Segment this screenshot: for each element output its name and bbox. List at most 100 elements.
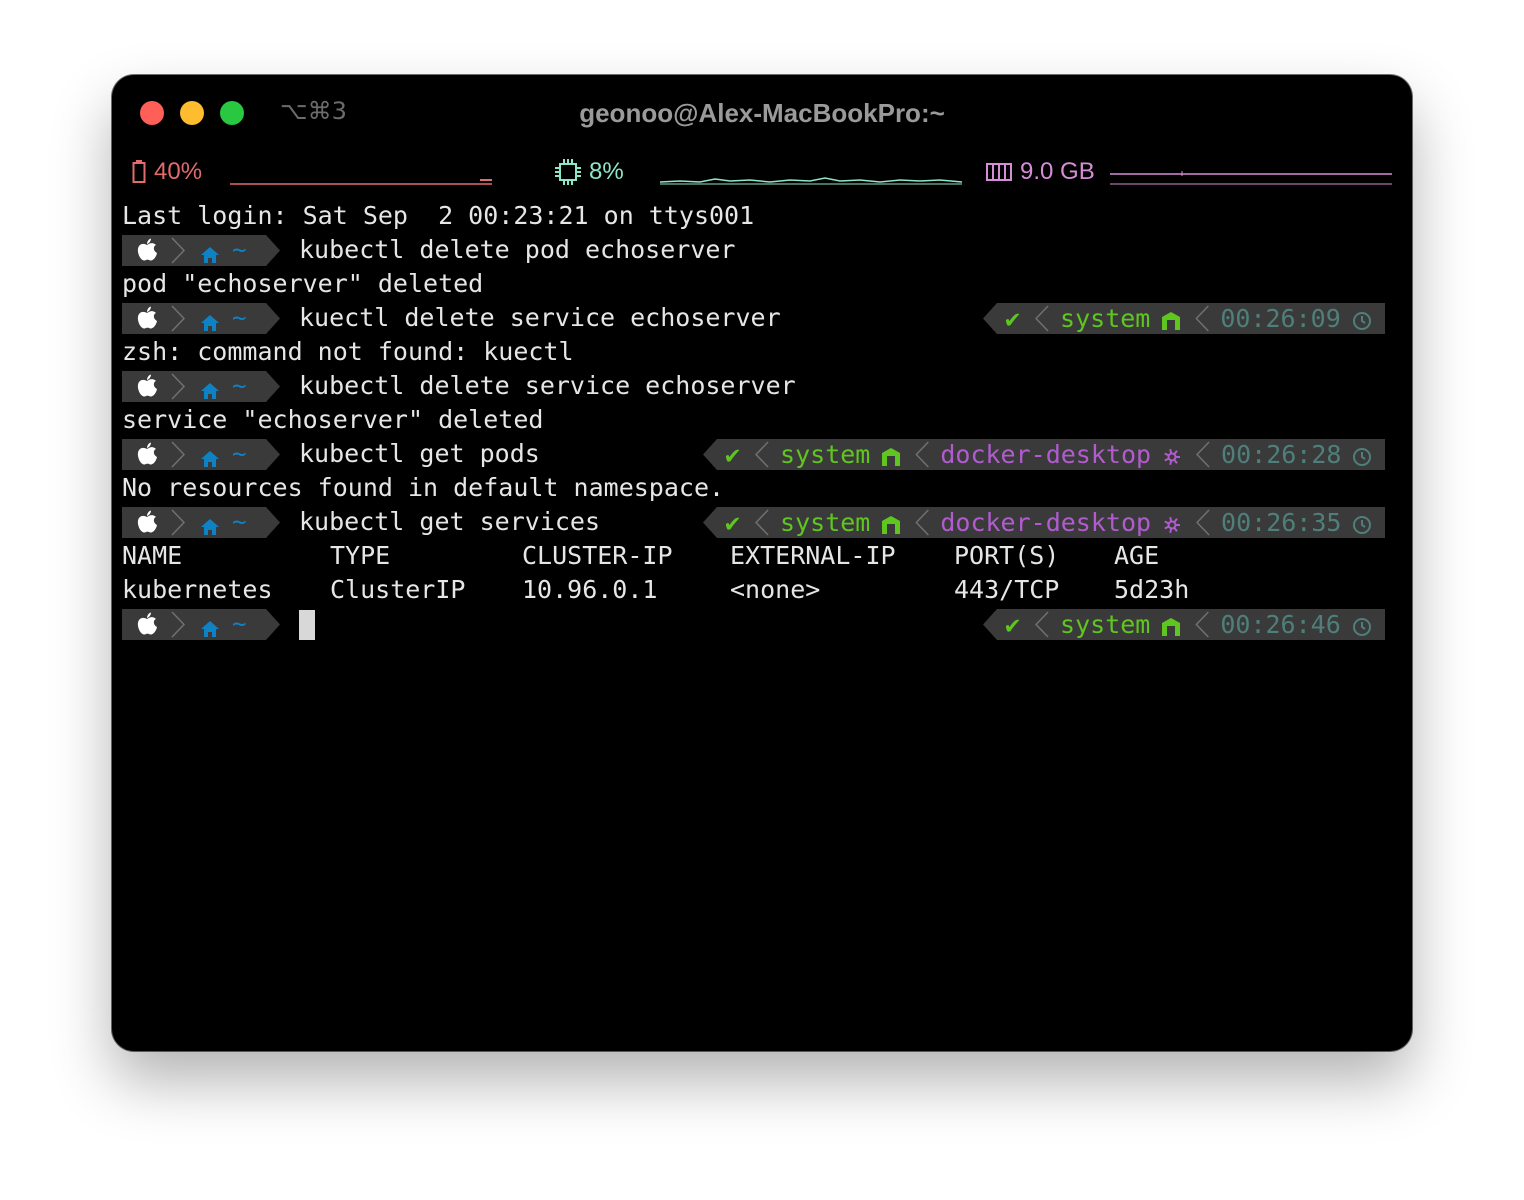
window-title: geonoo@Alex-MacBookPro:~ [579, 98, 945, 128]
env-label: system [1060, 610, 1151, 639]
clock-icon [1351, 613, 1373, 636]
apple-icon [136, 305, 158, 331]
node-icon [880, 443, 902, 466]
table-header-cell: TYPE [330, 541, 391, 570]
prompt-time: 00:26:28 [1221, 440, 1342, 469]
apple-icon [136, 611, 158, 637]
table-header-row: NAME TYPE CLUSTER-IP EXTERNAL-IP PORT(S) AGE [122, 539, 1402, 573]
apple-icon [136, 509, 158, 535]
output-text: pod "echoserver" deleted [122, 269, 484, 298]
table-header-cell: EXTERNAL-IP [730, 541, 896, 570]
table-header-cell: NAME [122, 541, 183, 570]
current-dir: ~ [232, 508, 247, 536]
prompt-line: ~ kuectl delete service echoserver ✔ system… [122, 301, 1402, 335]
command-text: kubectl get pods [299, 439, 540, 468]
home-icon [200, 308, 220, 331]
cpu-icon [555, 159, 581, 185]
prompt-right-segment: ✔ system docker-desktop 00:26:35 [703, 507, 1385, 538]
prompt-line: ~ kubectl delete service echoserver [122, 369, 1402, 403]
table-cell: ClusterIP [330, 575, 466, 604]
output-text: zsh: command not found: kuectl [122, 337, 574, 366]
command-text: kubectl get services [299, 507, 601, 536]
cpu-status: 8% [555, 158, 624, 186]
current-dir: ~ [232, 440, 247, 468]
env-label: system [780, 508, 871, 537]
status-check-icon: ✔ [1005, 610, 1021, 639]
terminal-window: ⌥⌘3 geonoo@Alex-MacBookPro:~ 40% 8% 9.0 … [112, 75, 1412, 1051]
prompt-time: 00:26:35 [1221, 508, 1342, 537]
table-header-cell: CLUSTER-IP [522, 541, 673, 570]
home-icon [200, 240, 220, 263]
prompt-left-segment: ~ [122, 507, 280, 538]
home-icon [200, 614, 220, 637]
table-cell: kubernetes [122, 575, 273, 604]
clock-icon [1351, 307, 1373, 330]
prompt-left-segment: ~ [122, 439, 280, 470]
memory-usage: 9.0 GB [1020, 158, 1095, 185]
clock-icon [1351, 511, 1373, 534]
text-cursor [299, 610, 315, 640]
last-login-line: Last login: Sat Sep 2 00:23:21 on ttys00… [122, 199, 1402, 233]
battery-percent: 40% [154, 158, 203, 185]
prompt-time: 00:26:09 [1220, 304, 1341, 333]
output-line: pod "echoserver" deleted [122, 267, 1402, 301]
output-line: zsh: command not found: kuectl [122, 335, 1402, 369]
cpu-graph [660, 177, 963, 185]
k8s-context: docker-desktop [940, 440, 1152, 469]
apple-icon [136, 373, 158, 399]
table-row: kubernetes ClusterIP 10.96.0.1 <none> 443/TC… [122, 573, 1402, 607]
prompt-line: ~ ✔ system 00:26:46 [122, 607, 1402, 641]
prompt-right-segment: ✔ system docker-desktop 00:26:28 [703, 439, 1385, 470]
prompt-right-segment: ✔ system 00:26:46 [983, 609, 1385, 640]
env-label: system [1060, 304, 1151, 333]
prompt-left-segment: ~ [122, 303, 280, 334]
command-text: kubectl delete service echoserver [299, 371, 796, 400]
clock-icon [1351, 443, 1373, 466]
output-line: service "echoserver" deleted [122, 403, 1402, 437]
command-text: kuectl delete service echoserver [299, 303, 781, 332]
current-dir: ~ [232, 236, 247, 264]
home-icon [200, 444, 220, 467]
prompt-right-segment: ✔ system 00:26:09 [983, 303, 1385, 334]
table-cell: 10.96.0.1 [522, 575, 658, 604]
battery-icon [132, 160, 146, 183]
status-check-icon: ✔ [1005, 304, 1021, 333]
current-dir: ~ [232, 304, 247, 332]
node-icon [1160, 613, 1182, 636]
node-icon [1160, 307, 1182, 330]
kubernetes-icon [1161, 511, 1183, 534]
table-header-cell: PORT(S) [954, 541, 1060, 570]
memory-icon [986, 163, 1012, 181]
table-header-cell: AGE [1114, 541, 1160, 570]
battery-status: 40% [132, 158, 202, 186]
prompt-line: ~ kubectl get pods ✔ system docker-desktop 00… [122, 437, 1402, 471]
prompt-line: ~ kubectl delete pod echoserver [122, 233, 1402, 267]
prompt-left-segment: ~ [122, 235, 280, 266]
prompt-line: ~ kubectl get services ✔ system docker-deskt… [122, 505, 1402, 539]
table-cell: <none> [730, 575, 821, 604]
node-icon [880, 511, 902, 534]
home-icon [200, 512, 220, 535]
table-cell: 5d23h [1114, 575, 1190, 604]
status-check-icon: ✔ [725, 440, 741, 469]
prompt-time: 00:26:46 [1220, 610, 1341, 639]
status-check-icon: ✔ [725, 508, 741, 537]
table-cell: 443/TCP [954, 575, 1060, 604]
prompt-left-segment: ~ [122, 371, 280, 402]
output-text: service "echoserver" deleted [122, 405, 544, 434]
current-dir: ~ [232, 610, 247, 638]
k8s-context: docker-desktop [940, 508, 1152, 537]
kubernetes-icon [1161, 443, 1183, 466]
apple-icon [136, 237, 158, 263]
output-line: No resources found in default namespace. [122, 471, 1402, 505]
memory-status: 9.0 GB [986, 158, 1095, 186]
current-dir: ~ [232, 372, 247, 400]
terminal-output[interactable]: Last login: Sat Sep 2 00:23:21 on ttys00… [122, 199, 1402, 641]
battery-graph [230, 179, 492, 185]
home-icon [200, 376, 220, 399]
env-label: system [780, 440, 871, 469]
prompt-left-segment: ~ [122, 609, 280, 640]
apple-icon [136, 441, 158, 467]
cpu-percent: 8% [589, 158, 624, 185]
last-login-text: Last login: Sat Sep 2 00:23:21 on ttys00… [122, 201, 755, 230]
